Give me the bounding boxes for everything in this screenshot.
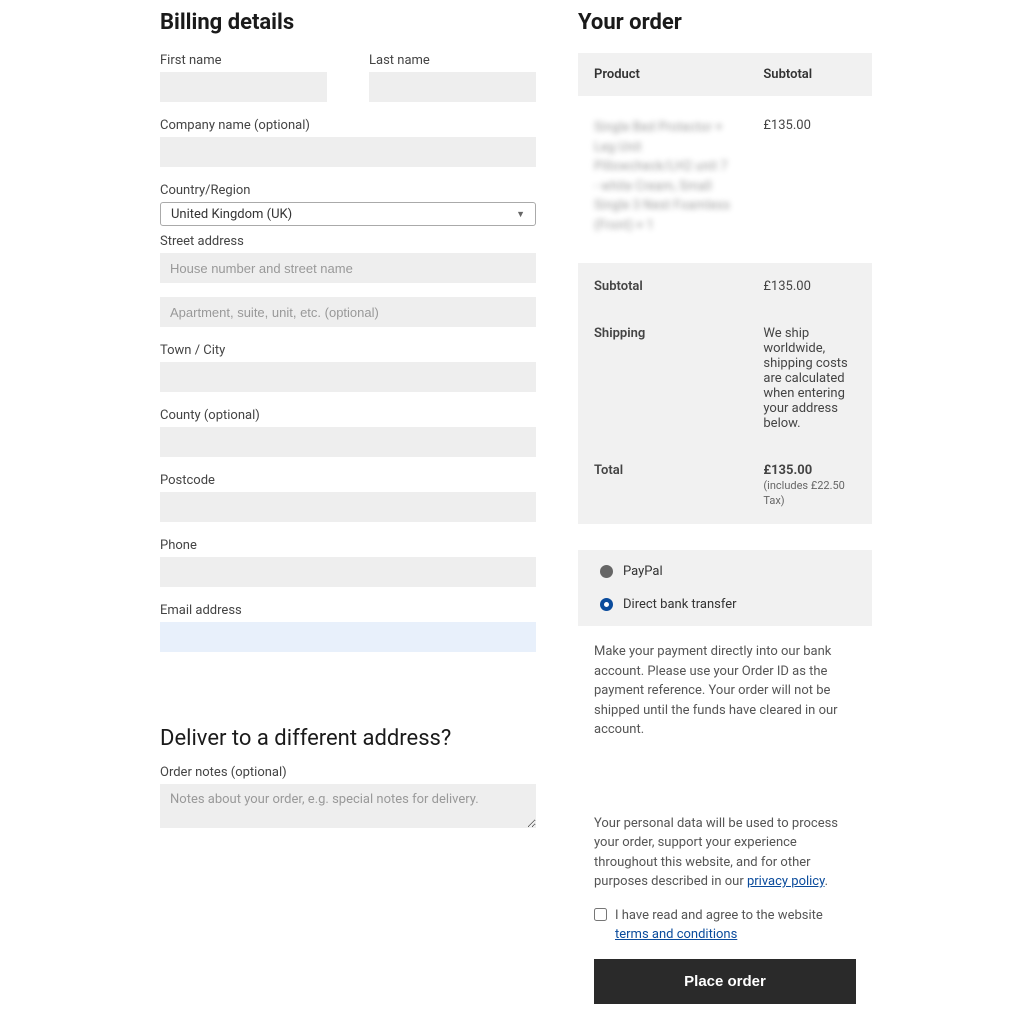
privacy-box: Your personal data will be used to proce… xyxy=(578,798,872,1020)
county-input[interactable] xyxy=(160,427,536,457)
shipping-label: Shipping xyxy=(578,310,747,447)
payment-box: PayPal Direct bank transfer xyxy=(578,550,872,626)
country-select[interactable]: United Kingdom (UK) ▼ xyxy=(160,202,536,226)
country-value: United Kingdom (UK) xyxy=(171,207,292,222)
shipping-heading: Deliver to a different address? xyxy=(160,726,536,751)
notes-label: Order notes (optional) xyxy=(160,765,536,780)
product-col-header: Product xyxy=(578,53,747,96)
town-label: Town / City xyxy=(160,343,536,358)
last-name-input[interactable] xyxy=(369,72,536,102)
order-heading: Your order xyxy=(578,10,872,35)
radio-icon xyxy=(600,565,613,578)
bacs-label: Direct bank transfer xyxy=(623,597,737,612)
subtotal-value: £135.00 xyxy=(747,263,872,310)
place-order-button[interactable]: Place order xyxy=(594,959,856,1004)
company-input[interactable] xyxy=(160,137,536,167)
first-name-label: First name xyxy=(160,53,327,68)
billing-heading: Billing details xyxy=(160,10,536,35)
phone-label: Phone xyxy=(160,538,536,553)
email-label: Email address xyxy=(160,603,536,618)
last-name-label: Last name xyxy=(369,53,536,68)
privacy-link[interactable]: privacy policy xyxy=(747,874,825,889)
shipping-text: We ship worldwide, shipping costs are ca… xyxy=(747,310,872,447)
product-price: £135.00 xyxy=(747,96,872,263)
notes-input[interactable] xyxy=(160,784,536,828)
terms-text: I have read and agree to the website xyxy=(615,908,823,923)
phone-input[interactable] xyxy=(160,557,536,587)
street-label: Street address xyxy=(160,234,536,249)
paypal-label: PayPal xyxy=(623,564,663,579)
chevron-down-icon: ▼ xyxy=(516,209,525,220)
street2-input[interactable] xyxy=(160,297,536,327)
total-label: Total xyxy=(578,447,747,524)
order-table: Product Subtotal Single Bed Protector + … xyxy=(578,53,872,524)
terms-link[interactable]: terms and conditions xyxy=(615,927,737,942)
company-label: Company name (optional) xyxy=(160,118,536,133)
street1-input[interactable] xyxy=(160,253,536,283)
total-includes: (includes £22.50 Tax) xyxy=(763,479,844,507)
country-label: Country/Region xyxy=(160,183,536,198)
paypal-option[interactable]: PayPal xyxy=(578,550,872,593)
terms-checkbox[interactable] xyxy=(594,908,607,921)
product-name: Single Bed Protector + Leg Unit Pillowch… xyxy=(594,120,730,233)
total-value: £135.00 xyxy=(763,463,812,478)
email-input[interactable] xyxy=(160,622,536,652)
postcode-label: Postcode xyxy=(160,473,536,488)
subtotal-col-header: Subtotal xyxy=(747,53,872,96)
subtotal-label: Subtotal xyxy=(578,263,747,310)
county-label: County (optional) xyxy=(160,408,536,423)
first-name-input[interactable] xyxy=(160,72,327,102)
postcode-input[interactable] xyxy=(160,492,536,522)
bacs-option[interactable]: Direct bank transfer xyxy=(578,593,872,626)
bacs-description: Make your payment directly into our bank… xyxy=(578,626,872,758)
radio-selected-icon xyxy=(600,598,613,611)
town-input[interactable] xyxy=(160,362,536,392)
